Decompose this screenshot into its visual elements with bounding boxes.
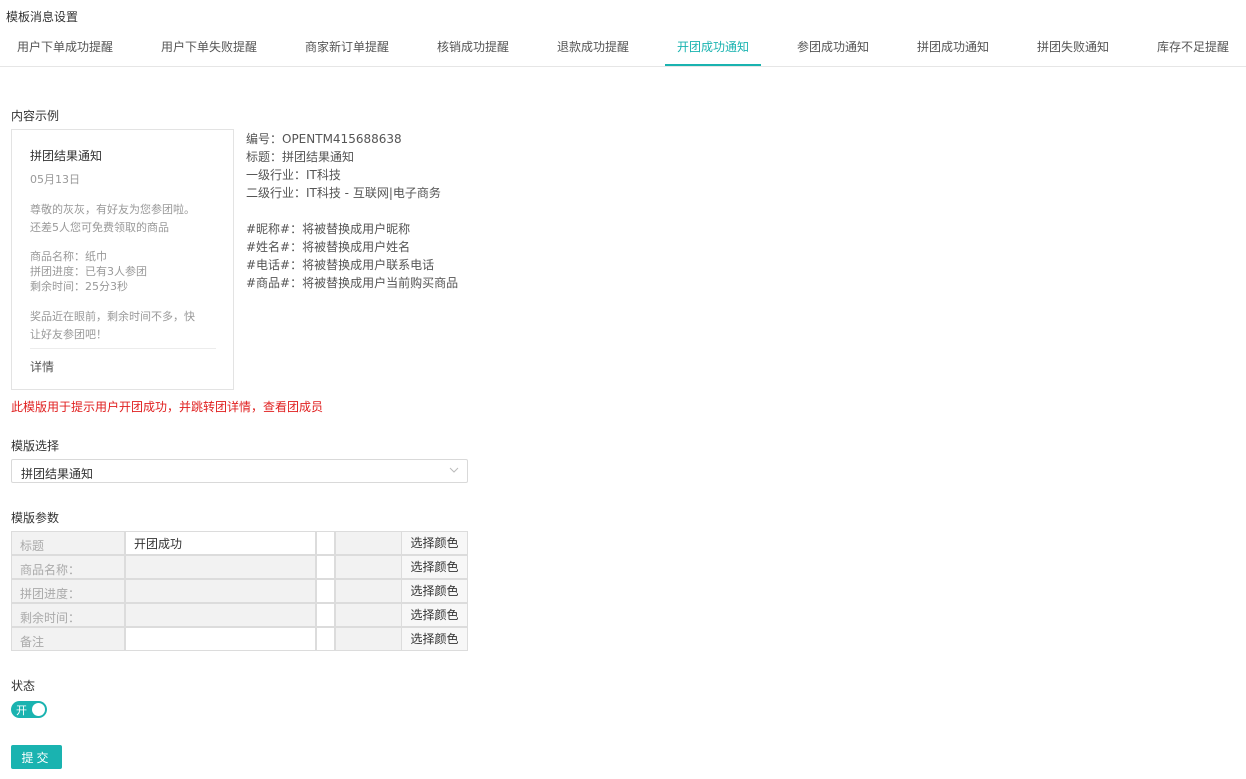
toggle-on-text: 开	[16, 704, 27, 717]
tab-bar: 用户下单成功提醒 用户下单失败提醒 商家新订单提醒 核销成功提醒 退款成功提醒 …	[0, 30, 1246, 67]
param-label: 备注	[11, 627, 125, 651]
choose-color-button[interactable]: 选择颜色	[401, 579, 468, 603]
color-swatch	[316, 603, 335, 627]
color-swatch	[316, 627, 335, 651]
param-input-product-name	[125, 555, 316, 579]
toggle-knob	[32, 703, 45, 716]
status-toggle[interactable]: 开	[11, 701, 47, 718]
color-value-field	[335, 579, 402, 603]
color-value-field	[335, 603, 402, 627]
template-info: 编号：OPENTM415688638 标题：拼团结果通知 一级行业：IT科技 二…	[246, 130, 458, 292]
content-example-label: 内容示例	[11, 109, 60, 123]
param-input-title[interactable]	[125, 531, 316, 555]
choose-color-button[interactable]: 选择颜色	[401, 627, 468, 651]
tab-group-open-success[interactable]: 开团成功通知	[677, 38, 749, 55]
param-label: 剩余时间：	[11, 603, 125, 627]
submit-button[interactable]: 提交	[11, 745, 62, 769]
param-row-product-name: 商品名称： 选择颜色	[11, 555, 468, 579]
param-label: 商品名称：	[11, 555, 125, 579]
color-value-field	[335, 531, 402, 555]
choose-color-button[interactable]: 选择颜色	[401, 603, 468, 627]
tab-refund-success[interactable]: 退款成功提醒	[557, 38, 629, 55]
preview-detail-link: 详情	[30, 360, 55, 374]
color-value-field	[335, 555, 402, 579]
preview-divider	[30, 348, 216, 349]
template-industry-secondary: 二级行业：IT科技 - 互联网|电子商务	[246, 186, 441, 200]
param-input-remaining-time	[125, 603, 316, 627]
template-id: 编号：OPENTM415688638	[246, 132, 402, 146]
preview-line: 剩余时间：25分3秒	[30, 280, 128, 293]
preview-line: 奖品近在眼前，剩余时间不多，快	[30, 310, 195, 323]
placeholder-phone: #电话#：将被替换成用户联系电话	[246, 258, 435, 272]
color-value-field	[335, 627, 402, 651]
param-row-remark: 备注 选择颜色	[11, 627, 468, 651]
page-title: 模板消息设置	[6, 10, 79, 24]
param-input-remark[interactable]	[125, 627, 316, 651]
preview-line: 让好友参团吧！	[30, 328, 107, 341]
color-swatch	[316, 579, 335, 603]
message-preview-card: 拼团结果通知 05月13日 尊敬的灰灰，有好友为您参团啦。 还差5人您可免费领取…	[11, 129, 234, 390]
preview-date: 05月13日	[30, 173, 80, 186]
template-params-label: 模版参数	[11, 511, 60, 525]
template-select-value: 拼团结果通知	[21, 467, 94, 481]
tab-group-buy-success[interactable]: 拼团成功通知	[917, 38, 989, 55]
template-warning: 此模版用于提示用户开团成功，并跳转团详情，查看团成员	[11, 400, 324, 414]
status-label: 状态	[11, 679, 36, 693]
tab-group-join-success[interactable]: 参团成功通知	[797, 38, 869, 55]
param-label: 标题	[11, 531, 125, 555]
tab-order-success[interactable]: 用户下单成功提醒	[17, 38, 113, 55]
chevron-down-icon	[449, 467, 459, 473]
preview-line: 尊敬的灰灰，有好友为您参团啦。	[30, 203, 195, 216]
template-select-label: 模版选择	[11, 439, 60, 453]
template-industry-primary: 一级行业：IT科技	[246, 168, 341, 182]
preview-title: 拼团结果通知	[30, 149, 103, 163]
choose-color-button[interactable]: 选择颜色	[401, 531, 468, 555]
tab-order-failure[interactable]: 用户下单失败提醒	[161, 38, 257, 55]
param-input-progress	[125, 579, 316, 603]
placeholder-name: #姓名#：将被替换成用户姓名	[246, 240, 411, 254]
template-select[interactable]: 拼团结果通知	[11, 459, 468, 483]
tab-group-buy-failure[interactable]: 拼团失败通知	[1037, 38, 1109, 55]
color-swatch	[316, 531, 335, 555]
active-tab-indicator	[665, 64, 761, 66]
param-label: 拼团进度：	[11, 579, 125, 603]
param-row-title: 标题 选择颜色	[11, 531, 468, 555]
placeholder-product: #商品#：将被替换成用户当前购买商品	[246, 276, 459, 290]
preview-line: 还差5人您可免费领取的商品	[30, 221, 169, 234]
placeholder-nickname: #昵称#：将被替换成用户昵称	[246, 222, 411, 236]
choose-color-button[interactable]: 选择颜色	[401, 555, 468, 579]
tab-verify-success[interactable]: 核销成功提醒	[437, 38, 509, 55]
tab-merchant-new-order[interactable]: 商家新订单提醒	[305, 38, 389, 55]
color-swatch	[316, 555, 335, 579]
template-title: 标题：拼团结果通知	[246, 150, 355, 164]
tab-low-stock[interactable]: 库存不足提醒	[1157, 38, 1229, 55]
param-row-remaining-time: 剩余时间： 选择颜色	[11, 603, 468, 627]
param-row-progress: 拼团进度： 选择颜色	[11, 579, 468, 603]
